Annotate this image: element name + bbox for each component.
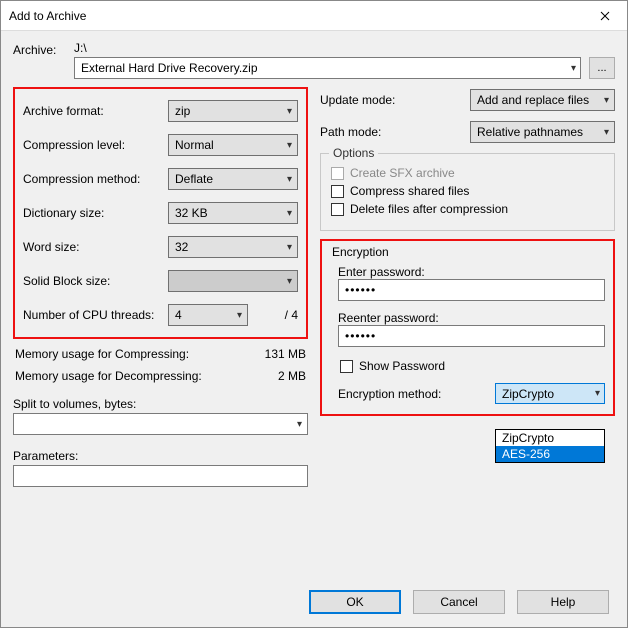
compression-settings-highlight: Archive format: zip▾ Compression level: … — [13, 87, 308, 339]
compression-level-label: Compression level: — [23, 138, 168, 152]
path-mode-select[interactable]: Relative pathnames▾ — [470, 121, 615, 143]
close-icon — [600, 11, 610, 21]
close-button[interactable] — [583, 1, 627, 30]
memory-decompress-label: Memory usage for Decompressing: — [15, 369, 202, 383]
sfx-label: Create SFX archive — [350, 166, 455, 180]
chevron-down-icon: ▾ — [287, 276, 292, 287]
solid-block-size-select: ▾ — [168, 270, 298, 292]
word-size-label: Word size: — [23, 240, 168, 254]
split-volumes-combo[interactable]: ▾ — [13, 413, 308, 435]
cpu-threads-label: Number of CPU threads: — [23, 308, 168, 322]
archive-filename-input[interactable] — [79, 60, 571, 76]
show-password-checkbox[interactable] — [340, 360, 353, 373]
options-legend: Options — [329, 146, 378, 160]
titlebar: Add to Archive — [1, 1, 627, 31]
add-to-archive-dialog: Add to Archive Archive: J:\ ▾ ... — [0, 0, 628, 628]
encryption-highlight: Encryption Enter password: Reenter passw… — [320, 239, 615, 416]
chevron-down-icon: ▾ — [595, 388, 600, 399]
dictionary-size-label: Dictionary size: — [23, 206, 168, 220]
parameters-label: Parameters: — [13, 449, 308, 463]
archive-drive-path: J:\ — [74, 41, 615, 55]
archive-filename-combo[interactable]: ▾ — [74, 57, 581, 79]
memory-compress-value: 131 MB — [265, 347, 306, 361]
chevron-down-icon: ▾ — [287, 140, 292, 151]
encryption-method-label: Encryption method: — [338, 387, 495, 401]
chevron-down-icon: ▾ — [571, 63, 576, 74]
sfx-checkbox — [331, 167, 344, 180]
chevron-down-icon: ▾ — [287, 174, 292, 185]
solid-block-size-label: Solid Block size: — [23, 274, 168, 288]
show-password-label: Show Password — [359, 359, 445, 373]
chevron-down-icon: ▾ — [297, 419, 302, 430]
parameters-input[interactable] — [13, 465, 308, 487]
split-volumes-label: Split to volumes, bytes: — [13, 397, 308, 411]
cancel-button[interactable]: Cancel — [413, 590, 505, 614]
archive-label: Archive: — [13, 43, 68, 57]
encryption-legend: Encryption — [332, 245, 605, 259]
memory-decompress-value: 2 MB — [278, 369, 306, 383]
path-mode-label: Path mode: — [320, 125, 470, 139]
encryption-option-aes256[interactable]: AES-256 — [496, 446, 604, 462]
dialog-title: Add to Archive — [9, 9, 583, 23]
compression-method-select[interactable]: Deflate▾ — [168, 168, 298, 190]
chevron-down-icon: ▾ — [287, 208, 292, 219]
options-fieldset: Options Create SFX archive Compress shar… — [320, 153, 615, 231]
delete-after-label: Delete files after compression — [350, 202, 508, 216]
ok-button[interactable]: OK — [309, 590, 401, 614]
cpu-threads-select[interactable]: 4▾ — [168, 304, 248, 326]
compression-method-label: Compression method: — [23, 172, 168, 186]
encryption-option-zipcrypto[interactable]: ZipCrypto — [496, 430, 604, 446]
compress-shared-checkbox[interactable] — [331, 185, 344, 198]
chevron-down-icon: ▾ — [287, 106, 292, 117]
format-label: Archive format: — [23, 104, 168, 118]
dialog-footer: OK Cancel Help — [1, 577, 627, 627]
cpu-threads-total: / 4 — [258, 308, 298, 322]
word-size-select[interactable]: 32▾ — [168, 236, 298, 258]
encryption-method-dropdown[interactable]: ZipCrypto AES-256 — [495, 429, 605, 463]
compress-shared-label: Compress shared files — [350, 184, 469, 198]
chevron-down-icon: ▾ — [287, 242, 292, 253]
chevron-down-icon: ▾ — [604, 95, 609, 106]
dictionary-size-select[interactable]: 32 KB▾ — [168, 202, 298, 224]
chevron-down-icon: ▾ — [237, 310, 242, 321]
enter-password-label: Enter password: — [338, 265, 605, 279]
help-button[interactable]: Help — [517, 590, 609, 614]
reenter-password-label: Reenter password: — [338, 311, 605, 325]
reenter-password-input[interactable] — [338, 325, 605, 347]
encryption-method-select[interactable]: ZipCrypto▾ — [495, 383, 605, 404]
memory-compress-label: Memory usage for Compressing: — [15, 347, 189, 361]
browse-button[interactable]: ... — [589, 57, 615, 79]
enter-password-input[interactable] — [338, 279, 605, 301]
compression-level-select[interactable]: Normal▾ — [168, 134, 298, 156]
update-mode-label: Update mode: — [320, 93, 470, 107]
chevron-down-icon: ▾ — [604, 127, 609, 138]
update-mode-select[interactable]: Add and replace files▾ — [470, 89, 615, 111]
archive-format-select[interactable]: zip▾ — [168, 100, 298, 122]
delete-after-checkbox[interactable] — [331, 203, 344, 216]
